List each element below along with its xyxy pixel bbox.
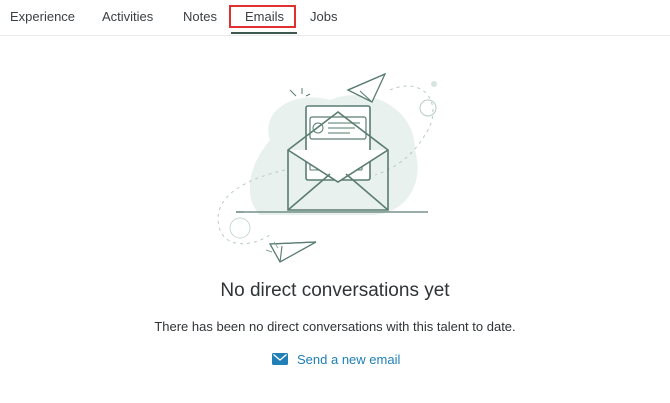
- send-new-email-label: Send a new email: [297, 351, 401, 367]
- send-new-email-link[interactable]: Send a new email: [272, 350, 400, 368]
- tab-activities[interactable]: Activities: [102, 0, 153, 35]
- envelope-icon: [272, 353, 288, 365]
- tab-experience[interactable]: Experience: [10, 0, 75, 35]
- empty-state-title: No direct conversations yet: [220, 280, 450, 301]
- tab-highlight-box: [229, 5, 296, 28]
- tab-jobs[interactable]: Jobs: [310, 0, 337, 35]
- tab-bar: Experience Activities Notes Emails Jobs: [0, 0, 670, 36]
- tab-active-indicator: [231, 32, 297, 34]
- empty-state-description: There has been no direct conversations w…: [154, 319, 516, 334]
- open-envelope-illustration: [200, 50, 460, 270]
- tab-notes[interactable]: Notes: [183, 0, 217, 35]
